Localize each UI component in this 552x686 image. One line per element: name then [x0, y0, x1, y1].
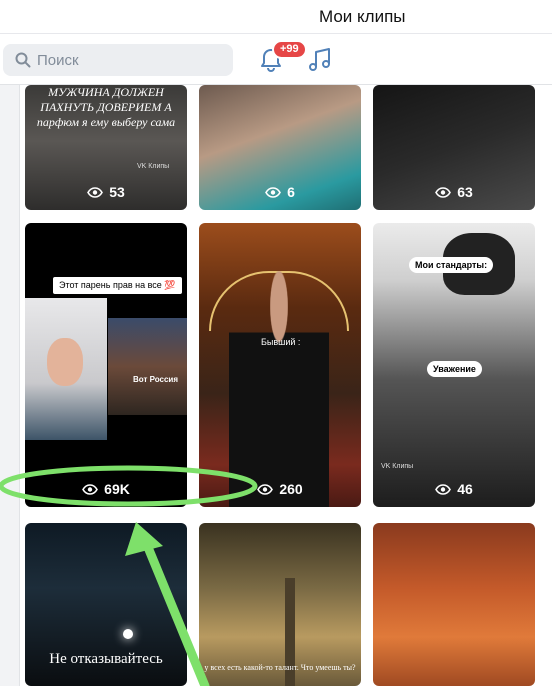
clip-views: 53: [25, 184, 187, 200]
window-title: Мои клипы: [319, 7, 406, 26]
title-bar: Мои клипы: [0, 0, 552, 34]
clip-label-secondary: Уважение: [427, 361, 482, 377]
eye-icon: [435, 483, 452, 495]
clip-tile[interactable]: МУЖЧИНА ДОЛЖЕН ПАХНУТЬ ДОВЕРИЕМ А парфюм…: [25, 85, 187, 210]
clip-overlay-text: у всех есть какой-то талант. Что умеешь …: [204, 663, 356, 672]
eye-icon: [265, 186, 282, 198]
clip-tile[interactable]: Мои стандарты: Уважение VK Клипы 46: [373, 223, 535, 507]
notifications-badge: +99: [272, 40, 307, 59]
search-box[interactable]: [3, 44, 233, 76]
clip-label: Этот парень прав на все 💯: [53, 277, 182, 294]
clip-views: 6: [199, 184, 361, 200]
clip-watermark: VK Клипы: [137, 163, 170, 170]
eye-icon: [257, 483, 274, 495]
clip-views-count: 53: [109, 184, 125, 200]
clip-views: 69K: [25, 481, 187, 497]
clip-overlay-text: МУЖЧИНА ДОЛЖЕН ПАХНУТЬ ДОВЕРИЕМ А парфюм…: [36, 85, 176, 129]
search-input[interactable]: [37, 44, 227, 76]
clip-tile[interactable]: Не отказывайтесь: [25, 523, 187, 686]
clip-views-count: 46: [457, 481, 473, 497]
moon-shape: [123, 629, 133, 639]
clip-tile[interactable]: Этот парень прав на все 💯 Вот Россия 69K: [25, 223, 187, 507]
clip-image-left: [25, 298, 107, 440]
clip-label: Мои стандарты:: [409, 257, 494, 273]
clip-watermark: VK Клипы: [381, 463, 414, 470]
toolbar: +99: [0, 35, 552, 85]
clip-tile[interactable]: 6: [199, 85, 361, 210]
clip-tile[interactable]: 63: [373, 85, 535, 210]
clip-views-count: 69K: [104, 481, 130, 497]
face-shape: [47, 338, 83, 386]
eye-icon: [87, 186, 104, 198]
search-icon: [15, 52, 31, 68]
music-note-icon[interactable]: [308, 47, 332, 73]
clip-views: 63: [373, 184, 535, 200]
clip-views: 46: [373, 481, 535, 497]
clip-views: 260: [199, 481, 361, 497]
clip-tile[interactable]: у всех есть какой-то талант. Что умеешь …: [199, 523, 361, 686]
clip-overlay-text: Не отказывайтесь: [49, 651, 163, 667]
eye-icon: [435, 186, 452, 198]
clip-caption: Вот Россия: [133, 375, 179, 384]
clip-label: Бывший :: [261, 337, 301, 347]
clip-tile[interactable]: Бывший : 260: [199, 223, 361, 507]
person-figure: [229, 271, 329, 507]
clip-views-count: 63: [457, 184, 473, 200]
clip-image-right: [108, 318, 187, 415]
eye-icon: [82, 483, 99, 495]
clip-tile[interactable]: [373, 523, 535, 686]
clip-views-count: 260: [279, 481, 303, 497]
clip-views-count: 6: [287, 184, 295, 200]
